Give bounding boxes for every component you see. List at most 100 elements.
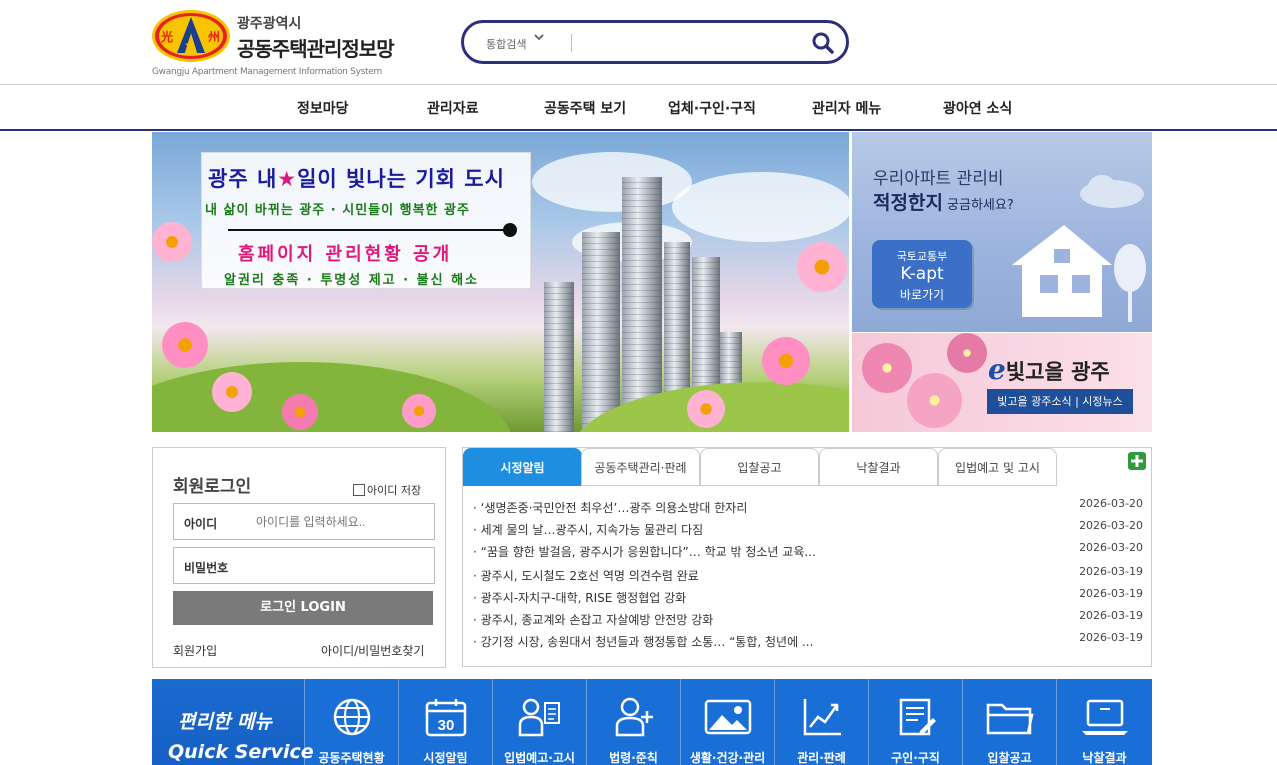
kapt-button-goto: 바로가기 <box>899 288 945 302</box>
nav-business-jobs[interactable]: 업체·구인·구직 <box>668 98 756 118</box>
news-panel: 시정알림 공동주택관리·판례 입찰공고 낙찰결과 입법예고 및 고시 · ‘생명… <box>462 447 1152 667</box>
login-title: 회원로그인 <box>173 477 252 497</box>
bitgoeul-side-banner[interactable]: e빛고을 광주 빛고을 광주소식 | 시정뉴스 <box>852 333 1152 432</box>
tab-award-result[interactable]: 낙찰결과 <box>819 448 938 486</box>
nav-association-news[interactable]: 광아연 소식 <box>943 98 1012 118</box>
bitgoeul-logo-text: 빛고을 광주 <box>1005 360 1110 384</box>
quick-item-label: 입법예고·고시 <box>504 751 575 765</box>
folder-icon <box>986 703 1034 735</box>
news-date: 2026-03-19 <box>1079 587 1143 600</box>
search-scope-select[interactable]: 통합검색 <box>486 36 526 52</box>
news-item[interactable]: · 광주시, 종교계와 손잡고 자살예방 안전망 강화 2026-03-19 <box>473 608 1143 630</box>
checkbox-box[interactable] <box>353 484 365 496</box>
news-item[interactable]: · 광주시-자치구-대학, RISE 행정협업 강화 2026-03-19 <box>473 586 1143 608</box>
calendar-number: 30 <box>437 717 454 734</box>
save-id-checkbox[interactable]: 아이디 저장 <box>353 482 421 498</box>
quick-item-label: 법령·준칙 <box>609 751 658 765</box>
nav-apartment-view[interactable]: 공동주택 보기 <box>544 98 626 118</box>
search-input[interactable] <box>579 31 804 55</box>
quick-bid-notice[interactable]: 입찰공고 <box>962 679 1056 765</box>
news-item[interactable]: · 세계 물의 날…광주시, 지속가능 물관리 다짐 2026-03-20 <box>473 518 1143 540</box>
find-account-link[interactable]: 아이디/비밀번호찾기 <box>321 642 424 659</box>
calendar-icon: 30 <box>425 699 466 737</box>
banner-rule <box>228 229 510 231</box>
nav-manager-menu[interactable]: 관리자 메뉴 <box>812 98 881 118</box>
id-field-label: 아이디 <box>184 517 218 531</box>
banner-headline: 홈페이지 관리현황 공개 <box>238 244 453 265</box>
quick-apartment-status[interactable]: 공동주택현황 <box>304 679 398 765</box>
quick-item-label: 시정알림 <box>423 751 468 765</box>
tab-bid-notice[interactable]: 입찰공고 <box>700 448 819 486</box>
id-input[interactable] <box>256 510 426 534</box>
chevron-down-icon[interactable] <box>534 32 544 45</box>
nav-management-data[interactable]: 관리자료 <box>427 98 479 118</box>
news-title[interactable]: · 광주시-자치구-대학, RISE 행정협업 강화 <box>473 589 686 606</box>
news-title[interactable]: · ‘생명존중·국민안전 최우선’…광주 의용소방대 한자리 <box>473 499 747 516</box>
tree-icon <box>1114 244 1146 322</box>
kapt-banner-line2-main: 적정한지 <box>873 192 943 214</box>
quick-item-label: 입찰공고 <box>987 751 1032 765</box>
password-field-label: 비밀번호 <box>184 561 229 575</box>
globe-icon <box>333 698 370 736</box>
banner-flower <box>762 337 810 385</box>
kapt-shortcut-button[interactable]: 국토교통부 K-apt 바로가기 <box>872 240 972 308</box>
tab-legislation-notice[interactable]: 입법예고 및 고시 <box>938 448 1057 486</box>
quick-award-result[interactable]: 낙찰결과 <box>1056 679 1152 765</box>
banner-flower <box>947 333 987 373</box>
search-icon[interactable] <box>810 30 836 56</box>
banner-flower <box>152 222 192 262</box>
member-login-panel: 회원로그인 아이디 저장 아이디 비밀번호 로그인 LOGIN 회원가입 아이디… <box>152 447 446 668</box>
join-link[interactable]: 회원가입 <box>173 642 217 659</box>
logo-site-title[interactable]: 공동주택관리정보망 <box>237 33 395 62</box>
emblem-right-char: 州 <box>208 30 221 44</box>
quick-jobs[interactable]: 구인·구직 <box>868 679 962 765</box>
kapt-banner-line2: 적정한지 궁금하세요? <box>873 188 1014 215</box>
quick-item-label: 낙찰결과 <box>1082 751 1127 765</box>
news-title[interactable]: · 세계 물의 날…광주시, 지속가능 물관리 다짐 <box>473 521 703 538</box>
quick-legislation[interactable]: 입법예고·고시 <box>492 679 586 765</box>
banner-building <box>544 282 574 432</box>
banner-slogan-line2: 내 삶이 바뀌는 광주 · 시민들이 행복한 광주 <box>205 203 470 218</box>
news-item[interactable]: · 강기정 시장, 송원대서 청년들과 행정통합 소통… “통합, 청년에 ..… <box>473 630 1143 652</box>
banner-star-icon: ★ <box>277 167 298 191</box>
login-button[interactable]: 로그인 LOGIN <box>173 591 433 625</box>
quick-title-english: Quick Service <box>168 741 314 763</box>
tab-management-cases[interactable]: 공동주택관리·판례 <box>581 448 700 486</box>
image-icon <box>704 699 751 735</box>
news-title[interactable]: · 광주시, 도시철도 2호선 역명 의견수렴 완료 <box>473 567 699 584</box>
banner-flower <box>862 343 912 393</box>
news-title[interactable]: · 광주시, 종교계와 손잡고 자살예방 안전망 강화 <box>473 611 713 628</box>
quick-title-korean: 편리한 메뉴 <box>178 711 273 733</box>
password-field[interactable]: 비밀번호 <box>173 547 435 584</box>
news-item[interactable]: · “꿈을 향한 발걸음, 광주시가 응원합니다”… 학교 밖 청소년 교육..… <box>473 540 1143 562</box>
logo-city-name[interactable]: 광주광역시 <box>237 13 301 33</box>
tab-city-notice[interactable]: 시정알림 <box>463 448 582 486</box>
news-date: 2026-03-19 <box>1079 631 1143 644</box>
quick-living-health[interactable]: 생활·건강·관리 <box>680 679 774 765</box>
news-date: 2026-03-20 <box>1079 519 1143 532</box>
quick-item-label: 구인·구직 <box>891 751 940 765</box>
city-news-button[interactable]: 빛고을 광주소식 | 시정뉴스 <box>987 389 1133 414</box>
banner-text-card: 광주 내★일이 빛나는 기회 도시 내 삶이 바뀌는 광주 · 시민들이 행복한… <box>201 152 531 289</box>
main-banner[interactable]: 광주 내★일이 빛나는 기회 도시 내 삶이 바뀌는 광주 · 시민들이 행복한… <box>152 132 849 432</box>
e-logo-mark: e <box>988 353 1006 386</box>
quick-law[interactable]: 법령·준칙 <box>586 679 680 765</box>
top-header: ★ 光 州 광주광역시 공동주택관리정보망 Gwangju Apartment … <box>0 0 1277 85</box>
news-title[interactable]: · 강기정 시장, 송원대서 청년들과 행정통합 소통… “통합, 청년에 ..… <box>473 633 813 650</box>
search-box: 통합검색 <box>461 20 849 64</box>
banner-flower <box>797 242 847 292</box>
quick-management-cases[interactable]: 관리·판례 <box>774 679 868 765</box>
more-plus-icon[interactable] <box>1128 452 1146 470</box>
logo-english-subtitle: Gwangju Apartment Management Information… <box>152 67 382 77</box>
gwangju-emblem-logo[interactable]: ★ 光 州 <box>152 10 230 62</box>
kapt-side-banner[interactable]: 우리아파트 관리비 적정한지 궁금하세요? 국토교통부 K-apt 바로가기 <box>852 132 1152 332</box>
password-input[interactable] <box>256 554 426 578</box>
id-field[interactable]: 아이디 <box>173 503 435 540</box>
news-item[interactable]: · ‘생명존중·국민안전 최우선’…광주 의용소방대 한자리 2026-03-20 <box>473 496 1143 518</box>
kapt-button-ministry: 국토교통부 <box>896 250 948 263</box>
news-title[interactable]: · “꿈을 향한 발걸음, 광주시가 응원합니다”… 학교 밖 청소년 교육..… <box>473 543 816 560</box>
quick-city-notice[interactable]: 30 시정알림 <box>398 679 492 765</box>
laptop-icon <box>1081 699 1128 735</box>
nav-info[interactable]: 정보마당 <box>297 98 349 118</box>
news-item[interactable]: · 광주시, 도시철도 2호선 역명 의견수렴 완료 2026-03-19 <box>473 564 1143 586</box>
